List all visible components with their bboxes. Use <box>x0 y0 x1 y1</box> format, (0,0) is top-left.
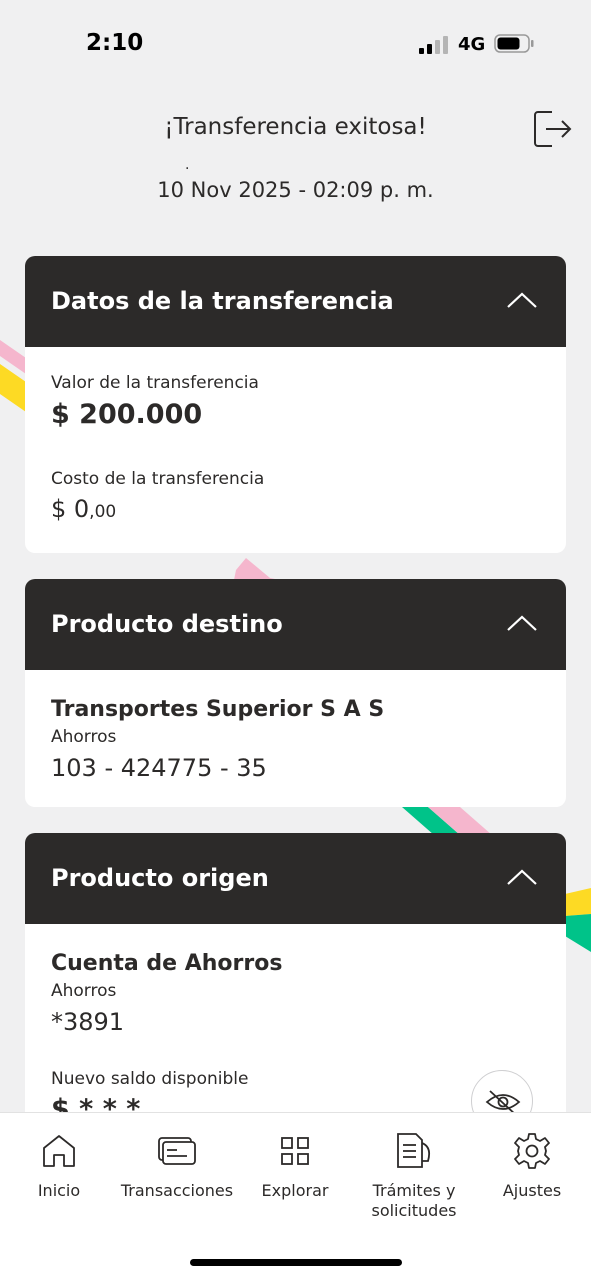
documents-icon <box>397 1133 431 1168</box>
chevron-up-icon[interactable] <box>506 867 538 887</box>
transfer-cost-whole: $ 0 <box>51 495 90 523</box>
transfer-cost-cents: ,00 <box>89 502 117 522</box>
destination-account-number: 103 - 424775 - 35 <box>51 754 267 782</box>
origin-product-title: Producto origen <box>51 864 269 892</box>
origin-product-name: Cuenta de Ahorros <box>51 951 283 976</box>
home-icon <box>43 1135 75 1167</box>
nav-label-explorar: Explorar <box>261 1181 329 1200</box>
decorative-stripe-pink-mid <box>230 556 280 580</box>
nav-item-inicio[interactable]: Inicio <box>0 1131 118 1201</box>
destination-holder-name: Transportes Superior S A S <box>51 697 385 722</box>
home-indicator[interactable] <box>190 1259 402 1266</box>
transfer-date: 10 Nov 2025 - 02:09 p. m. <box>157 178 434 202</box>
nav-item-explorar[interactable]: Explorar <box>236 1131 354 1201</box>
status-bar: 2:10 4G <box>0 0 591 86</box>
bottom-nav: Inicio Transacciones Explorar Trámites y… <box>0 1112 591 1280</box>
battery-icon <box>494 34 534 53</box>
card-icon <box>158 1137 196 1165</box>
transfer-details-title: Datos de la transferencia <box>51 287 394 315</box>
transfer-cost-label: Costo de la transferencia <box>51 469 265 489</box>
chevron-up-icon[interactable] <box>506 290 538 310</box>
nav-item-tramites[interactable]: Trámites y solicitudes <box>354 1131 474 1221</box>
transfer-details-card: Datos de la transferencia Valor de la tr… <box>25 256 566 553</box>
nav-label-ajustes: Ajustes <box>502 1181 562 1200</box>
origin-account-type: Ahorros <box>51 981 117 1001</box>
nav-label-inicio: Inicio <box>37 1181 81 1200</box>
signal-icon <box>419 34 451 54</box>
page-title: ¡Transferencia exitosa! <box>164 114 427 140</box>
status-time: 2:10 <box>86 30 144 56</box>
decorative-stripes-right <box>565 886 591 956</box>
nav-item-ajustes[interactable]: Ajustes <box>473 1131 591 1201</box>
origin-account-number: *3891 <box>51 1008 125 1036</box>
destination-product-header[interactable]: Producto destino <box>25 579 566 670</box>
decorative-stripes-right-mid <box>400 807 500 835</box>
new-balance-label: Nuevo saldo disponible <box>51 1069 249 1089</box>
destination-account-type: Ahorros <box>51 727 117 747</box>
origin-product-header[interactable]: Producto origen <box>25 833 566 924</box>
transfer-value: $ 200.000 <box>51 399 203 430</box>
destination-product-card: Producto destino Transportes Superior S … <box>25 579 566 807</box>
nav-label-transacciones: Transacciones <box>120 1181 234 1200</box>
logout-icon[interactable] <box>530 108 574 150</box>
network-label: 4G <box>458 34 486 55</box>
header-dot: . <box>185 157 190 173</box>
chevron-up-icon[interactable] <box>506 613 538 633</box>
transfer-details-header[interactable]: Datos de la transferencia <box>25 256 566 347</box>
destination-product-title: Producto destino <box>51 610 283 638</box>
nav-item-transacciones[interactable]: Transacciones <box>118 1131 236 1201</box>
gear-icon <box>514 1133 550 1169</box>
transfer-value-label: Valor de la transferencia <box>51 373 259 393</box>
nav-label-tramites: Trámites y solicitudes <box>371 1181 457 1220</box>
decorative-stripes-left <box>0 330 26 420</box>
transfer-cost: $ 0,00 <box>51 495 116 523</box>
grid-icon <box>281 1137 309 1165</box>
